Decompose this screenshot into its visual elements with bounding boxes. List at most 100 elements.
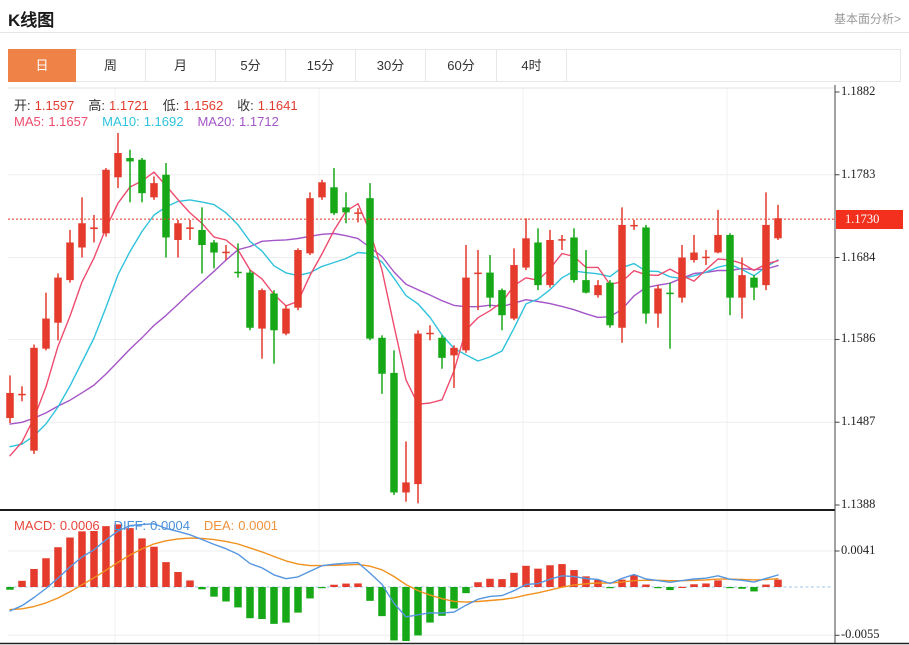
macd-bar-positive — [330, 585, 338, 587]
candle-body — [630, 225, 638, 227]
candle-body — [198, 230, 206, 245]
macd-bar-negative — [414, 587, 422, 635]
candle-body — [186, 227, 194, 229]
candle-wick — [633, 220, 635, 230]
candle-body — [438, 338, 446, 358]
candle-body — [690, 253, 698, 261]
candle-body — [654, 288, 662, 313]
candle-body — [474, 273, 482, 275]
legend-label: MACD: — [14, 518, 56, 533]
macd-bar-negative — [366, 587, 374, 601]
macd-bar-negative — [738, 587, 746, 589]
price-axis-label: 1.1487 — [841, 414, 905, 429]
macd-bar-negative — [306, 587, 314, 598]
macd-bar-positive — [498, 579, 506, 587]
candle-body — [210, 242, 218, 252]
candle-body — [666, 293, 674, 295]
macd-bar-positive — [42, 558, 50, 587]
candle-body — [726, 235, 734, 298]
legend-label: DIFF: — [114, 518, 147, 533]
candle-body — [6, 393, 14, 418]
macd-bar-negative — [726, 587, 734, 588]
legend-value: 1.1712 — [239, 114, 279, 129]
candle-body — [462, 278, 470, 351]
legend-value: 0.0001 — [238, 518, 278, 533]
macd-bar-negative — [210, 587, 218, 597]
candle-body — [150, 183, 158, 197]
macd-bar-negative — [6, 587, 14, 590]
macd-bar-negative — [438, 587, 446, 616]
candle-wick — [129, 150, 131, 203]
legend-value: 1.1641 — [258, 98, 298, 113]
macd-legend: MACD:0.0006DIFF:0.0004DEA:0.0001 — [14, 518, 292, 533]
candle-body — [426, 333, 434, 335]
candle-body — [642, 227, 650, 313]
candle-wick — [561, 235, 563, 250]
candle-body — [714, 235, 722, 253]
candle-wick — [405, 441, 407, 501]
macd-bar-negative — [450, 587, 458, 609]
candle-body — [498, 290, 506, 315]
legend-value: 1.1597 — [35, 98, 75, 113]
macd-bar-negative — [318, 587, 326, 588]
ohlc-legend: 开:1.1597高:1.1721低:1.1562收:1.1641 — [14, 95, 312, 114]
macd-bar-positive — [18, 581, 26, 587]
legend-value: 0.0006 — [60, 518, 100, 533]
legend-label: MA5: — [14, 114, 44, 129]
candle-body — [102, 170, 110, 234]
macd-bar-positive — [138, 538, 146, 587]
macd-bar-negative — [258, 587, 266, 619]
macd-bar-positive — [354, 583, 362, 587]
macd-bar-positive — [486, 579, 494, 587]
macd-bar-negative — [282, 587, 290, 623]
candle-body — [18, 394, 26, 396]
macd-bar-negative — [222, 587, 230, 601]
candle-body — [606, 283, 614, 326]
macd-bar-negative — [654, 587, 662, 588]
price-axis-label: 1.1684 — [841, 250, 905, 265]
candle-body — [510, 265, 518, 319]
macd-bar-positive — [102, 526, 110, 587]
candle-body — [306, 198, 314, 253]
macd-bar-negative — [198, 587, 206, 589]
macd-bar-negative — [270, 587, 278, 624]
candle-body — [522, 238, 530, 267]
macd-bar-positive — [618, 580, 626, 587]
macd-bar-negative — [750, 587, 758, 591]
macd-bar-negative — [390, 587, 398, 640]
candle-wick — [357, 208, 359, 222]
macd-bar-negative — [426, 587, 434, 623]
candle-body — [750, 278, 758, 288]
macd-axis-label: -0.0055 — [841, 627, 905, 642]
candle-body — [450, 348, 458, 356]
candle-body — [618, 225, 626, 328]
panel-divider — [0, 509, 835, 511]
legend-label: 高: — [88, 98, 105, 113]
macd-bar-positive — [510, 573, 518, 587]
legend-label: MA20: — [197, 114, 235, 129]
candle-body — [354, 212, 362, 214]
price-axis-label: 1.1586 — [841, 331, 905, 346]
macd-bar-positive — [702, 583, 710, 587]
legend-value: 1.1721 — [109, 98, 149, 113]
candle-body — [258, 290, 266, 328]
candle-body — [42, 319, 50, 349]
candle-body — [558, 239, 566, 241]
candle-body — [390, 373, 398, 493]
candle-body — [738, 275, 746, 298]
candle-body — [282, 309, 290, 334]
candle-body — [570, 237, 578, 280]
macd-bar-positive — [126, 528, 134, 587]
candle-body — [126, 158, 134, 161]
macd-bar-positive — [714, 580, 722, 587]
candle-body — [486, 273, 494, 298]
macd-bar-positive — [546, 565, 554, 587]
macd-bar-positive — [30, 569, 38, 587]
candle-body — [534, 242, 542, 285]
candle-wick — [477, 250, 479, 310]
candle-body — [234, 272, 242, 274]
macd-bar-positive — [474, 582, 482, 587]
price-axis-label: 1.1882 — [841, 84, 905, 99]
macd-bar-positive — [162, 562, 170, 587]
candle-body — [222, 252, 230, 254]
